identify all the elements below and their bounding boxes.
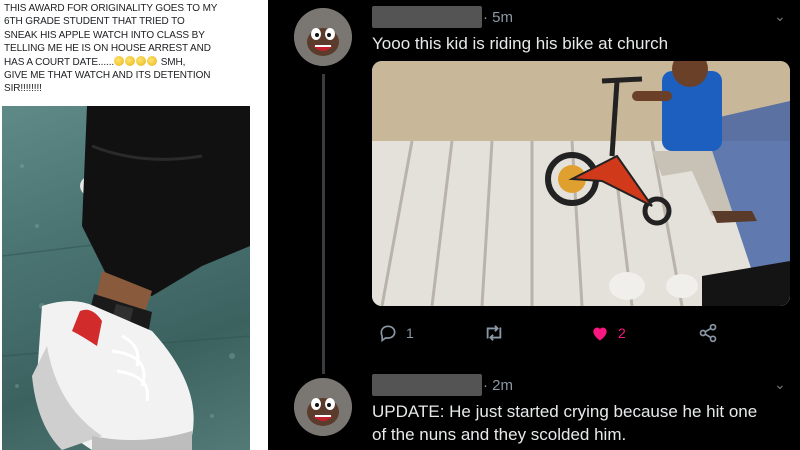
redacted-username — [372, 374, 482, 396]
avatar[interactable] — [294, 8, 352, 66]
tweet-text: Yooo this kid is riding his bike at chur… — [372, 34, 669, 53]
tweet-text-line-1: UPDATE: He just started crying because h… — [372, 402, 758, 421]
redacted-username — [372, 6, 482, 28]
caption-line-3: SNEAK HIS APPLE WATCH INTO CLASS BY — [4, 29, 205, 41]
tweet-thread-panel: · 5m ⌄ Yooo this kid is riding his bike … — [268, 0, 800, 450]
share-icon — [699, 323, 717, 343]
caption-line-5a: HAS A COURT DATE...... — [4, 56, 115, 68]
chevron-down-icon[interactable]: ⌄ — [774, 8, 786, 25]
ankle-monitor-illustration — [2, 106, 250, 450]
caption-line-7: SIR!!!!!!!! — [4, 83, 42, 95]
chevron-down-icon[interactable]: ⌄ — [774, 376, 786, 393]
ankle-monitor-photo[interactable] — [2, 106, 250, 450]
post-caption: THIS AWARD FOR ORIGINALITY GOES TO MY 6T… — [4, 2, 248, 96]
tweet-timestamp: · 5m — [483, 9, 513, 26]
kid-on-bike-illustration — [372, 61, 790, 306]
share-button[interactable] — [698, 322, 718, 344]
tweet-text: UPDATE: He just started crying because h… — [372, 400, 797, 446]
avatar[interactable] — [294, 378, 352, 436]
caption-line-6: GIVE ME THAT WATCH AND ITS DETENTION — [4, 70, 211, 82]
like-icon — [593, 327, 607, 341]
tweet-timestamp: · 2m — [483, 377, 513, 394]
tweet-media[interactable] — [372, 61, 790, 306]
cartoon-avatar-icon — [294, 8, 352, 66]
reply-icon — [380, 325, 396, 343]
left-post-panel: THIS AWARD FOR ORIGINALITY GOES TO MY 6T… — [0, 0, 262, 450]
tweet-text-line-2: of the nuns and they scolded him. — [372, 425, 627, 444]
reply-button[interactable]: 1 — [378, 322, 414, 344]
grimace-emoji-icon — [125, 55, 136, 66]
grimace-emoji-icon — [147, 55, 158, 66]
thread-connector-line — [322, 74, 325, 374]
grimace-emoji-icon — [114, 55, 125, 66]
retweet-button[interactable] — [483, 322, 513, 344]
cartoon-avatar-icon — [294, 378, 352, 436]
caption-line-4: TELLING ME HE IS ON HOUSE ARREST AND — [4, 43, 211, 55]
like-count: 2 — [618, 325, 626, 341]
retweet-icon — [486, 325, 502, 341]
grimace-emoji-icon — [136, 55, 147, 66]
reply-count: 1 — [406, 325, 414, 341]
caption-line-2: 6TH GRADE STUDENT THAT TRIED TO — [4, 16, 185, 28]
like-button[interactable]: 2 — [590, 322, 626, 344]
caption-line-5b: SMH, — [158, 56, 186, 68]
caption-line-1: THIS AWARD FOR ORIGINALITY GOES TO MY — [4, 3, 218, 14]
